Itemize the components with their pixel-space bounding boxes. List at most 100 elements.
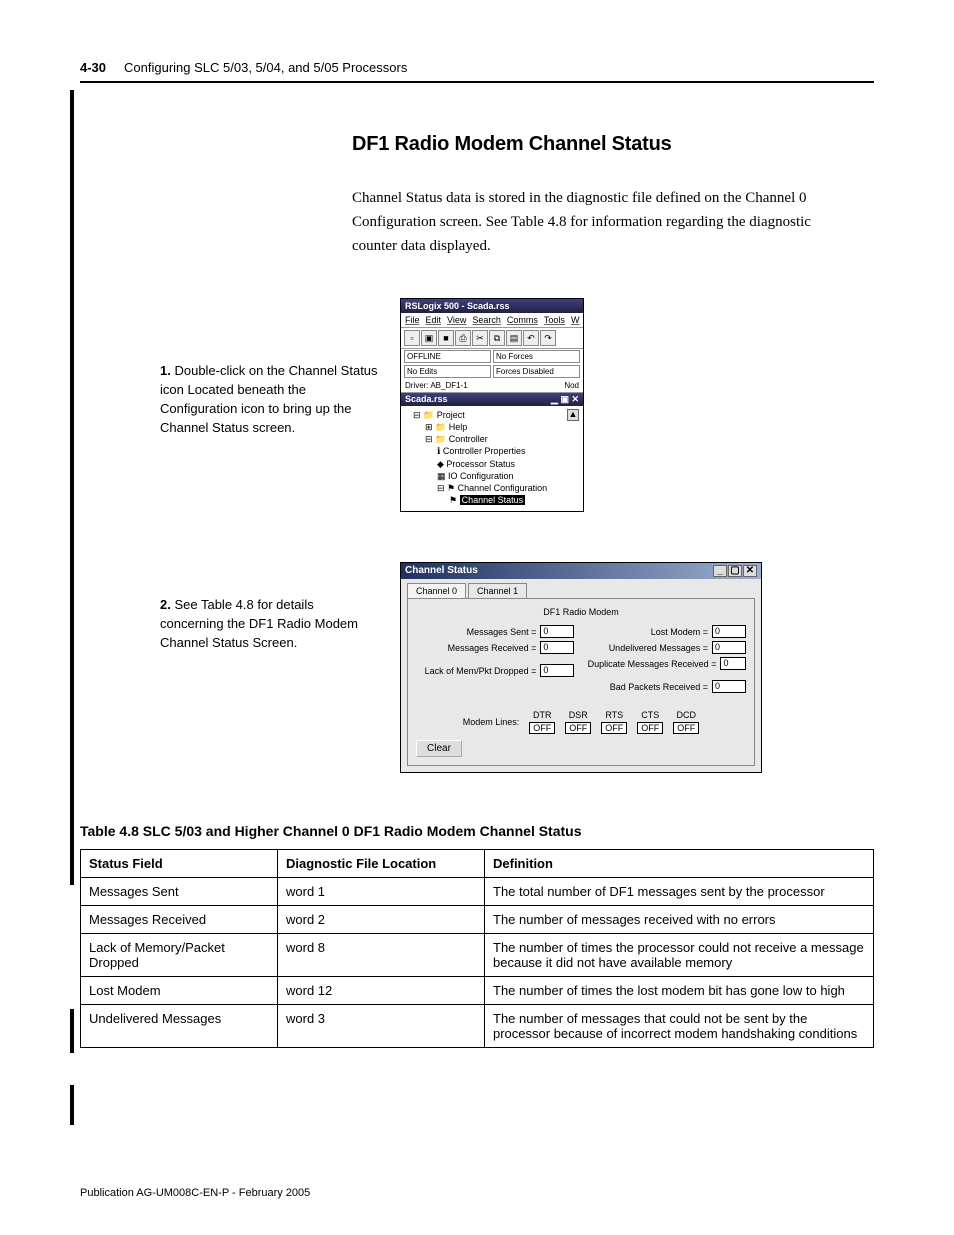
bad-packets-value: 0 <box>712 680 746 693</box>
th-diag-file: Diagnostic File Location <box>278 850 485 878</box>
table-row: Undelivered Messages word 3 The number o… <box>81 1005 874 1048</box>
driver-row: Driver: AB_DF1-1 Nod <box>401 379 583 393</box>
window-titlebar: RSLogix 500 - Scada.rss <box>401 299 583 313</box>
redo-icon[interactable]: ↷ <box>540 330 556 346</box>
clear-button[interactable]: Clear <box>416 740 462 757</box>
lack-mem-value: 0 <box>540 664 574 677</box>
field-messages-received: Messages Received = 0 <box>416 641 574 654</box>
table-row: Messages Received word 2 The number of m… <box>81 906 874 934</box>
window-buttons[interactable]: ▁ ▣ ✕ <box>551 394 579 405</box>
noforces-cell[interactable]: No Forces <box>493 350 580 363</box>
cell-loc: word 8 <box>278 934 485 977</box>
menu-file[interactable]: File <box>405 315 420 325</box>
tab-channel-0[interactable]: Channel 0 <box>407 583 466 598</box>
step-1-text: 1. Double-click on the Channel Status ic… <box>160 298 380 437</box>
cell-def: The number of times the lost modem bit h… <box>485 977 874 1005</box>
tree-controller-properties[interactable]: ℹ Controller Properties <box>405 445 579 457</box>
copy-icon[interactable]: ⧉ <box>489 330 505 346</box>
scroll-up-icon[interactable]: ▲ <box>567 409 579 421</box>
table-caption: Table 4.8 SLC 5/03 and Higher Channel 0 … <box>80 823 874 839</box>
tree-project[interactable]: ⊟ 📁 Project <box>405 409 579 421</box>
modem-line-dsr: DSROFF <box>565 710 591 734</box>
tab-channel-1[interactable]: Channel 1 <box>468 583 527 598</box>
menu-comms[interactable]: Comms <box>507 315 538 325</box>
page-number: 4-30 <box>80 60 106 75</box>
menu-tools[interactable]: Tools <box>544 315 565 325</box>
close-icon[interactable]: ✕ <box>743 565 757 577</box>
table-header-row: Status Field Diagnostic File Location De… <box>81 850 874 878</box>
cell-loc: word 2 <box>278 906 485 934</box>
cell-status: Lost Modem <box>81 977 278 1005</box>
print-icon[interactable]: ⎙ <box>455 330 471 346</box>
cell-status: Messages Sent <box>81 878 278 906</box>
change-bar <box>70 1009 74 1053</box>
step-2-body: See Table 4.8 for details concerning the… <box>160 597 358 650</box>
menu-w[interactable]: W <box>571 315 580 325</box>
change-bar <box>70 1085 74 1125</box>
tree-controller[interactable]: ⊟ 📁 Controller <box>405 433 579 445</box>
channel-status-table: Status Field Diagnostic File Location De… <box>80 849 874 1048</box>
chapter-title: Configuring SLC 5/03, 5/04, and 5/05 Pro… <box>124 60 407 75</box>
status-row-2: No Edits Forces Disabled <box>401 364 583 379</box>
menu-search[interactable]: Search <box>472 315 501 325</box>
undelivered-value: 0 <box>712 641 746 654</box>
status-row-1: OFFLINE No Forces <box>401 349 583 364</box>
field-undelivered: Undelivered Messages = 0 <box>588 641 746 654</box>
offline-cell[interactable]: OFFLINE <box>404 350 491 363</box>
maximize-icon[interactable]: ▢ <box>728 565 742 577</box>
sub-window-title: Scada.rss <box>405 394 448 405</box>
th-status-field: Status Field <box>81 850 278 878</box>
page-header: 4-30 Configuring SLC 5/03, 5/04, and 5/0… <box>80 60 874 83</box>
dialog-panel: DF1 Radio Modem Messages Sent = 0 Messag… <box>407 598 755 766</box>
step-2-figure: Channel Status _▢✕ Channel 0 Channel 1 D… <box>400 562 762 773</box>
tree-io-configuration[interactable]: ▦ IO Configuration <box>405 470 579 482</box>
cell-status: Undelivered Messages <box>81 1005 278 1048</box>
cell-def: The number of times the processor could … <box>485 934 874 977</box>
cell-def: The total number of DF1 messages sent by… <box>485 878 874 906</box>
cell-def: The number of messages received with no … <box>485 906 874 934</box>
menu-edit[interactable]: Edit <box>426 315 442 325</box>
new-icon[interactable]: ▫ <box>404 330 420 346</box>
menu-view[interactable]: View <box>447 315 466 325</box>
table-row: Lack of Memory/Packet Dropped word 8 The… <box>81 934 874 977</box>
messages-sent-value: 0 <box>540 625 574 638</box>
table-row: Messages Sent word 1 The total number of… <box>81 878 874 906</box>
paste-icon[interactable]: ▤ <box>506 330 522 346</box>
messages-received-value: 0 <box>540 641 574 654</box>
step-1-figure: RSLogix 500 - Scada.rss File Edit View S… <box>400 298 584 512</box>
modem-lines-row: Modem Lines: DTROFF DSROFF RTSOFF CTSOFF… <box>416 710 746 734</box>
tree-processor-status[interactable]: ◆ Processor Status <box>405 458 579 470</box>
modem-line-dtr: DTROFF <box>529 710 555 734</box>
cell-def: The number of messages that could not be… <box>485 1005 874 1048</box>
tree-help[interactable]: ⊞ 📁 Help <box>405 421 579 433</box>
field-messages-sent: Messages Sent = 0 <box>416 625 574 638</box>
noedits-cell[interactable]: No Edits <box>404 365 491 378</box>
open-icon[interactable]: ▣ <box>421 330 437 346</box>
cell-status: Messages Received <box>81 906 278 934</box>
page-footer: Publication AG-UM008C-EN-P - February 20… <box>80 1187 310 1199</box>
tree-channel-status[interactable]: ⚑ Channel Status <box>405 494 579 506</box>
cut-icon[interactable]: ✂ <box>472 330 488 346</box>
driver-right: Nod <box>564 381 579 390</box>
field-duplicate: Duplicate Messages Received = 0 <box>588 657 746 670</box>
undo-icon[interactable]: ↶ <box>523 330 539 346</box>
driver-label: Driver: AB_DF1-1 <box>405 381 468 390</box>
step-1: 1. Double-click on the Channel Status ic… <box>80 298 874 512</box>
step-2-number: 2. <box>160 597 171 612</box>
duplicate-value: 0 <box>720 657 746 670</box>
tree-channel-configuration[interactable]: ⊟ ⚑ Channel Configuration <box>405 482 579 494</box>
dialog-titlebar: Channel Status _▢✕ <box>401 563 761 579</box>
cell-loc: word 3 <box>278 1005 485 1048</box>
change-bar <box>70 90 74 885</box>
section-heading: DF1 Radio Modem Channel Status <box>352 133 874 156</box>
save-icon[interactable]: ■ <box>438 330 454 346</box>
minimize-icon[interactable]: _ <box>713 565 727 577</box>
dialog-tabs: Channel 0 Channel 1 <box>401 579 761 598</box>
cell-loc: word 12 <box>278 977 485 1005</box>
lost-modem-value: 0 <box>712 625 746 638</box>
forces-disabled-cell[interactable]: Forces Disabled <box>493 365 580 378</box>
modem-line-rts: RTSOFF <box>601 710 627 734</box>
fields-right: Lost Modem = 0 Undelivered Messages = 0 … <box>588 625 746 696</box>
dialog-title: Channel Status <box>405 565 478 577</box>
field-bad-packets: Bad Packets Received = 0 <box>588 680 746 693</box>
